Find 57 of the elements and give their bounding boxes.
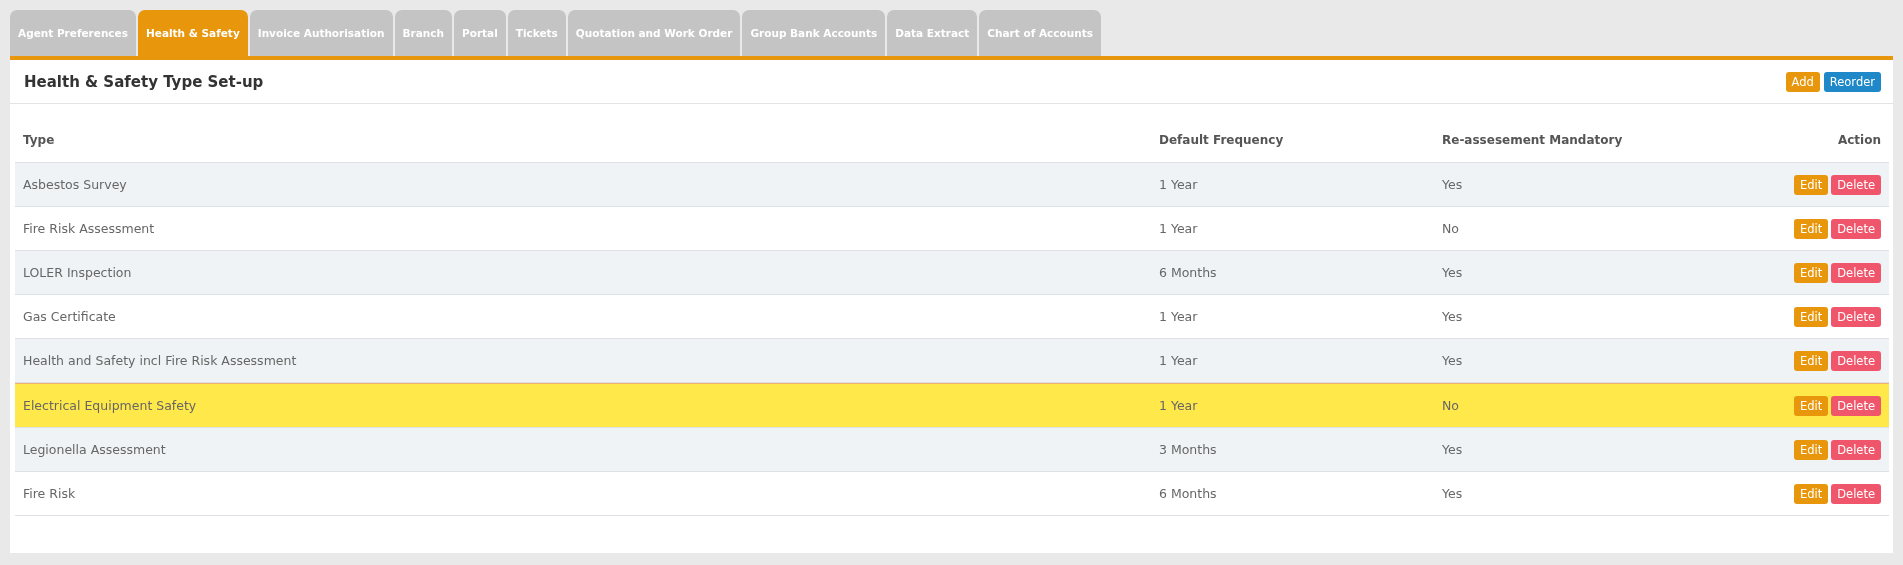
table-cell-text: 1 Year	[1159, 398, 1199, 413]
tab[interactable]: Branch	[394, 10, 452, 56]
table-cell-text: Yes	[1442, 177, 1464, 192]
table-cell-text: 3 Months	[1159, 442, 1218, 457]
tab[interactable]: Group Bank Accounts	[742, 10, 886, 56]
column-header: Type	[23, 133, 56, 147]
table-cell-text: Yes	[1442, 353, 1464, 368]
table-cell-text: Yes	[1442, 442, 1464, 457]
table-cell-text: No	[1442, 221, 1460, 236]
delete-button[interactable]: Delete	[1831, 218, 1881, 239]
panel-title: Health & Safety Type Set-up	[24, 72, 264, 91]
tab[interactable]: Health & Safety	[137, 10, 248, 56]
table-cell-text: 1 Year	[1159, 309, 1199, 324]
delete-button[interactable]: Delete	[1831, 306, 1881, 327]
table-cell-text: Yes	[1442, 309, 1464, 324]
delete-button[interactable]: Delete	[1831, 483, 1881, 504]
table-cell-text: Electrical Equipment Safety	[23, 398, 198, 413]
table-cell-text: 1 Year	[1159, 177, 1199, 192]
edit-button[interactable]: Edit	[1793, 439, 1829, 460]
table-cell-text: 1 Year	[1159, 353, 1199, 368]
tab[interactable]: Agent Preferences	[10, 10, 136, 56]
table-cell-text: Yes	[1442, 486, 1464, 501]
table-cell-text: Gas Certificate	[23, 309, 117, 324]
tab[interactable]: Portal	[453, 10, 506, 56]
edit-button[interactable]: Edit	[1793, 218, 1829, 239]
table-cell-text: Yes	[1442, 265, 1464, 280]
tab[interactable]: Quotation and Work Order	[567, 10, 741, 56]
column-header: Default Frequency	[1159, 133, 1285, 147]
delete-button[interactable]: Delete	[1831, 350, 1881, 371]
tab[interactable]: Chart of Accounts	[979, 10, 1101, 56]
delete-button[interactable]: Delete	[1831, 395, 1881, 416]
add-button[interactable]: Add	[1785, 71, 1820, 92]
tab[interactable]: Invoice Authorisation	[249, 10, 393, 56]
delete-button[interactable]: Delete	[1831, 262, 1881, 283]
edit-button[interactable]: Edit	[1793, 306, 1829, 327]
delete-button[interactable]: Delete	[1831, 174, 1881, 195]
table-cell-text: LOLER Inspection	[23, 265, 133, 280]
table-cell-text: 1 Year	[1159, 221, 1199, 236]
table-cell-text: Fire Risk Assessment	[23, 221, 156, 236]
table-cell-text: 6 Months	[1159, 486, 1218, 501]
table-cell-text: Fire Risk	[23, 486, 77, 501]
table-cell-text: 6 Months	[1159, 265, 1218, 280]
table-cell-text: Asbestos Survey	[23, 177, 128, 192]
column-header: Action	[1836, 133, 1881, 147]
edit-button[interactable]: Edit	[1793, 483, 1829, 504]
edit-button[interactable]: Edit	[1793, 395, 1829, 416]
table-cell-text: No	[1442, 398, 1460, 413]
table-cell-text: Health and Safety incl Fire Risk Assessment	[23, 353, 298, 368]
table-cell-text: Legionella Assessment	[23, 442, 167, 457]
edit-button[interactable]: Edit	[1793, 174, 1829, 195]
reorder-button[interactable]: Reorder	[1823, 71, 1881, 92]
tab[interactable]: Tickets	[507, 10, 566, 56]
edit-button[interactable]: Edit	[1793, 350, 1829, 371]
tab[interactable]: Data Extract	[887, 10, 978, 56]
delete-button[interactable]: Delete	[1831, 439, 1881, 460]
edit-button[interactable]: Edit	[1793, 262, 1829, 283]
column-header: Re-assesement Mandatory	[1442, 133, 1624, 147]
